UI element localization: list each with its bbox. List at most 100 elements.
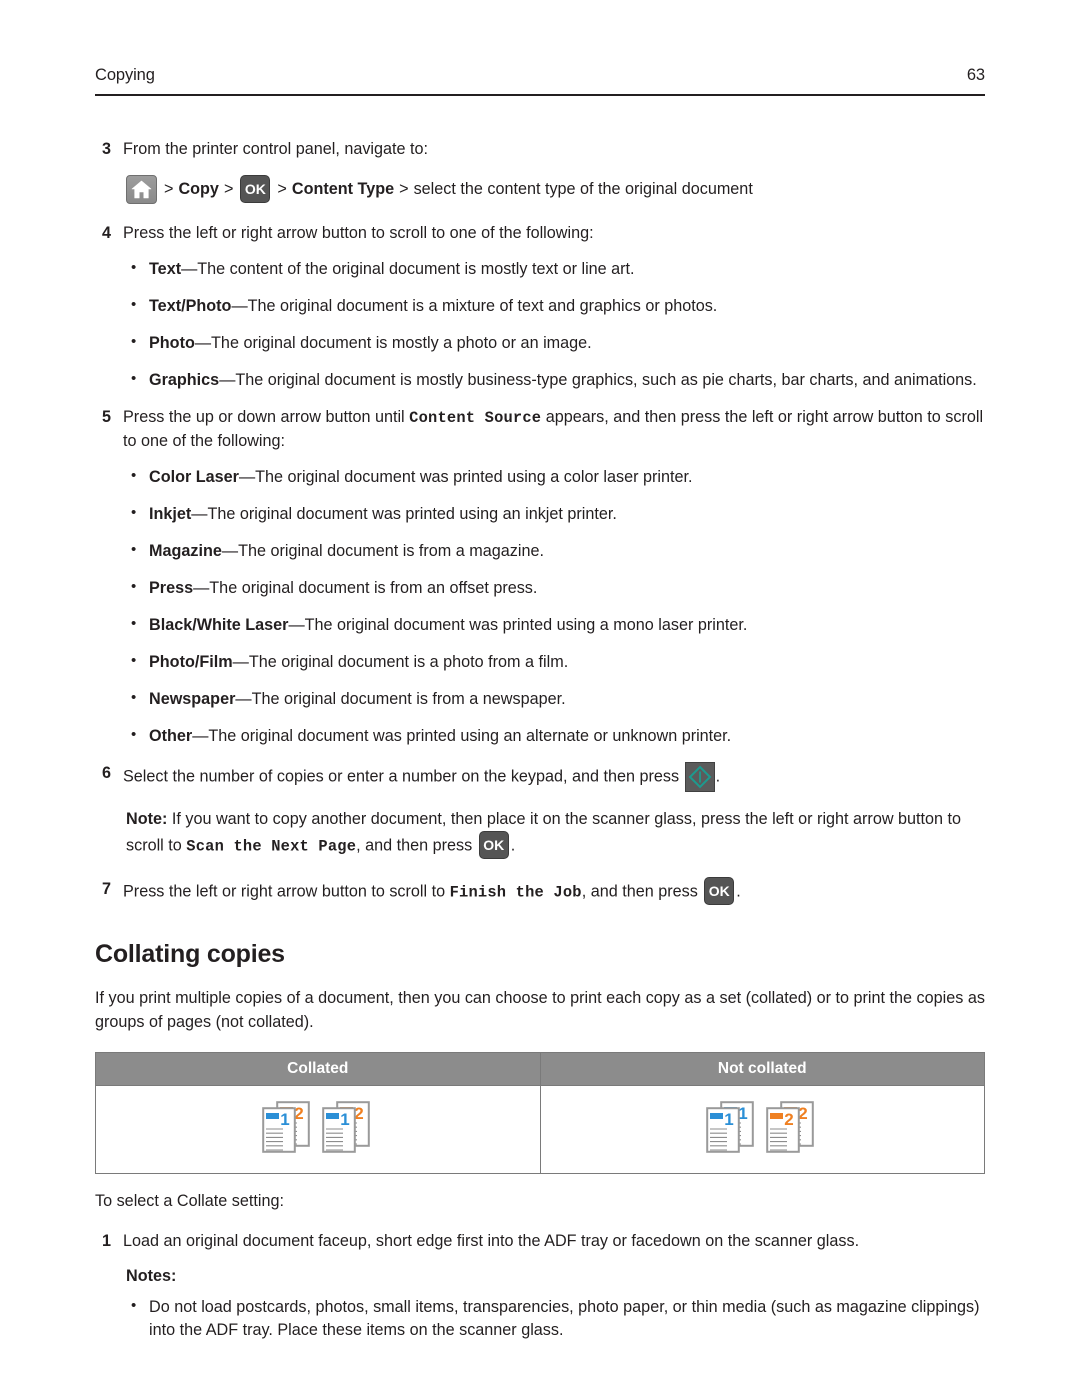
svg-text:1: 1 [340,1110,349,1129]
note-text-mid: , and then press [356,836,477,855]
content-type-bullet-term: Text [149,260,182,278]
step-5: 5 Press the up or down arrow button unti… [95,406,990,453]
content-source-bullet-description: —The original document was printed using… [288,615,748,634]
content-type-bullet-item: Text—The content of the original documen… [95,257,990,281]
collated-document-stacks: 2121 [258,1101,378,1153]
navigation-path: > Copy > OK > Content Type > select the … [126,174,990,204]
content-source-bullet-description: —The original document is from a magazin… [221,541,544,560]
content-source-bullet-term: Inkjet [149,504,192,523]
header-chapter-title: Copying [95,66,155,84]
content-source-bullet-term: Color Laser [149,467,239,486]
content-source-bullet-list: Color Laser—The original document was pr… [95,465,990,748]
step-3-text: From the printer control panel, navigate… [123,140,429,158]
collate-step-1-text: Load an original document faceup, short … [123,1231,860,1250]
note-mono-term: Scan the Next Page [186,837,357,856]
step-6-text-before: Select the number of copies or enter a n… [123,767,684,786]
section-heading-collating-copies: Collating copies [95,940,285,969]
navpath-separator-1: > [164,180,174,199]
navpath-separator-4: > [399,180,409,199]
document-stack: 11 [706,1101,758,1153]
start-button-icon [684,761,715,792]
collate-step-1: 1 Load an original document faceup, shor… [95,1230,990,1253]
content-source-bullet-description: —The original document was printed using… [238,467,693,486]
content-type-bullet-description: —The original document is a mixture of t… [231,297,718,315]
step-4: 4 Press the left or right arrow button t… [95,222,990,245]
content-source-bullet-item: Inkjet—The original document was printed… [95,502,990,526]
navpath-separator-3: > [277,180,287,199]
svg-text:1: 1 [280,1110,289,1129]
step-3: 3 From the printer control panel, naviga… [95,138,990,161]
content-source-bullet-description: —The original document is a photo from a… [232,652,569,671]
collate-notes-bullet-list: Do not load postcards, photos, small ite… [95,1295,990,1342]
document-sheet-front: 2 [766,1107,801,1158]
content-source-bullet-description: —The original document was printed using… [191,504,617,523]
document-stack: 21 [261,1101,314,1153]
content-source-bullet-term: Black/White Laser [149,615,289,634]
document-sheet-front: 1 [261,1107,296,1158]
step-6-number: 6 [102,763,112,782]
navpath-content-type-label: Content Type [291,180,395,199]
header-divider [95,94,985,96]
table-header-row: Collated Not collated [95,1052,985,1087]
notes-label: Notes: [126,1266,177,1285]
content-source-bullet-item: Magazine—The original document is from a… [95,539,990,563]
step-4-number: 4 [102,224,112,242]
step-4-text: Press the left or right arrow button to … [123,224,594,242]
collate-lead-in-text: To select a Collate setting: [95,1192,284,1211]
step-6-text-after: . [715,767,721,786]
step-7-number: 7 [102,880,112,899]
home-icon [126,175,157,204]
step-3-number: 3 [102,140,112,158]
content-type-bullet-description: —The original document is mostly busines… [219,371,977,389]
content-source-bullet-item: Photo/Film—The original document is a ph… [95,650,990,674]
page-number: 63 [966,66,985,84]
content-source-bullet-term: Newspaper [149,689,236,708]
navpath-copy-label: Copy [178,180,219,199]
content-source-bullet-item: Color Laser—The original document was pr… [95,465,990,489]
content-type-bullet-item: Photo—The original document is mostly a … [95,331,990,355]
step-5-number: 5 [102,408,112,426]
table-header-collated: Collated [95,1052,541,1087]
content-source-bullet-description: —The original document is from a newspap… [235,689,566,708]
document-page: Copying 63 3 From the printer control pa… [0,0,1080,1397]
step-7-text-mid: , and then press [581,882,703,901]
content-source-bullet-item: Other—The original document was printed … [95,724,990,748]
content-type-bullet-term: Graphics [149,371,220,389]
step-7: 7 Press the left or right arrow button t… [95,877,990,906]
document-sheet-front: 1 [706,1107,741,1158]
page-running-header: Copying 63 [95,66,985,85]
content-source-bullet-term: Photo/Film [149,652,233,671]
content-type-bullet-term: Text/Photo [149,297,232,315]
content-source-bullet-item: Newspaper—The original document is from … [95,687,990,711]
document-stack: 21 [321,1101,374,1153]
content-type-bullet-item: Graphics—The original document is mostly… [95,368,990,392]
svg-text:2: 2 [785,1110,794,1129]
collate-comparison-table: Collated Not collated 2121 1122 [95,1052,985,1175]
content-source-bullet-item: Press—The original document is from an o… [95,576,990,600]
content-source-bullet-term: Press [149,578,194,597]
navpath-separator-2: > [223,180,234,199]
not-collated-document-stacks: 1122 [702,1101,822,1153]
ok-button-icon-note: OK [478,831,509,860]
step-6-note: Note: If you want to copy another docume… [126,806,986,860]
not-collated-illustration-cell: 1122 [539,1085,985,1175]
content-type-bullet-description: —The original document is mostly a photo… [194,334,592,352]
content-source-bullet-description: —The original document is from an offset… [193,578,538,597]
content-type-bullet-term: Photo [149,334,195,352]
step-6: 6 Select the number of copies or enter a… [95,761,990,792]
collate-step-1-number: 1 [102,1231,112,1250]
step-5-text-before: Press the up or down arrow button until [123,408,410,426]
content-source-bullet-item: Black/White Laser—The original document … [95,613,990,637]
svg-text:1: 1 [725,1110,734,1129]
document-sheet-front: 1 [321,1107,356,1158]
content-type-bullet-item: Text/Photo—The original document is a mi… [95,294,990,318]
content-source-bullet-term: Magazine [149,541,222,560]
navpath-tail-text: select the content type of the original … [413,180,753,199]
collate-note-item: Do not load postcards, photos, small ite… [95,1295,990,1342]
ok-button-icon-step7: OK [704,877,735,906]
step-7-text-after: . [736,882,741,901]
table-row: 2121 1122 [95,1085,985,1175]
content-type-bullet-list: Text—The content of the original documen… [95,257,990,392]
content-source-bullet-description: —The original document was printed using… [192,726,732,745]
content-type-bullet-description: —The content of the original document is… [181,260,635,278]
